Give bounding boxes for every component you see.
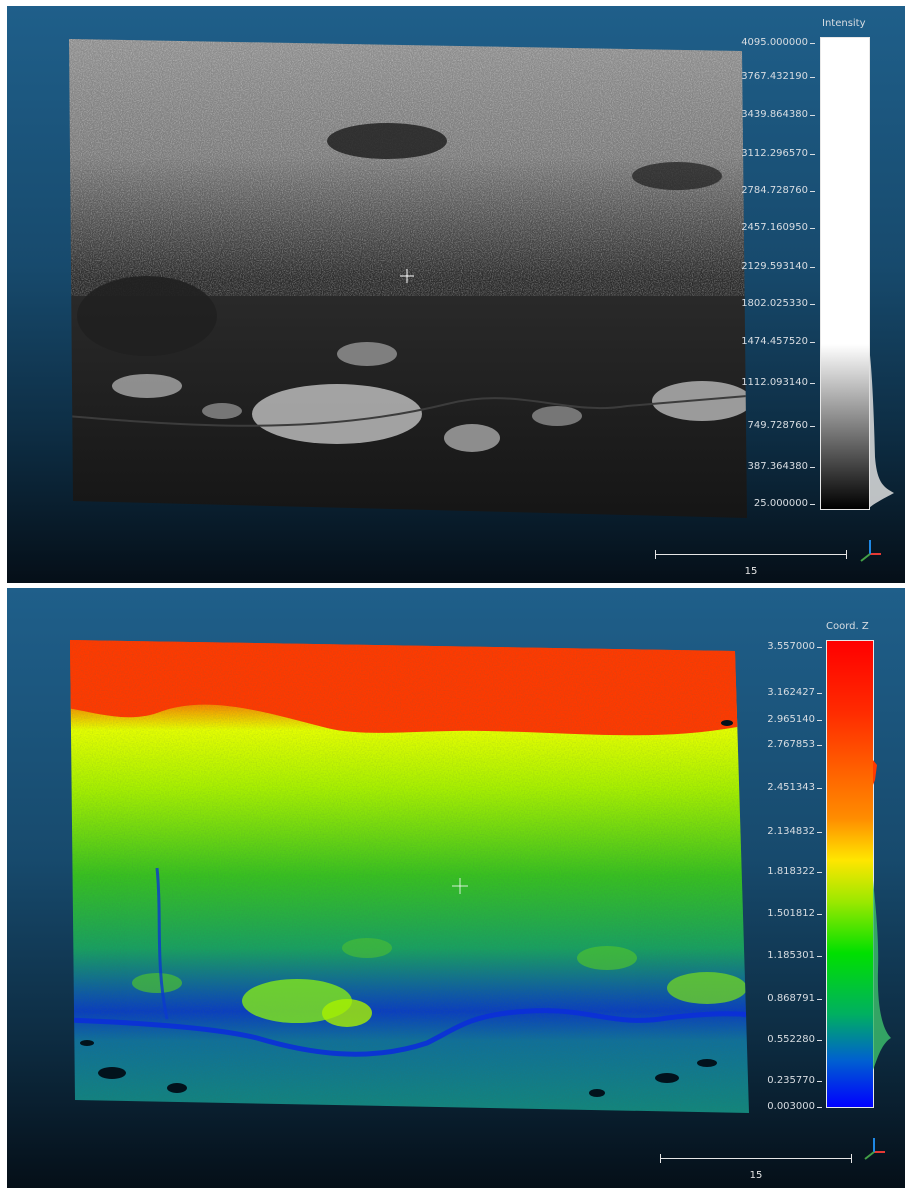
scale-tick: 2.134832 xyxy=(767,826,822,837)
scale-tick: 1.501812 xyxy=(767,908,822,919)
scale-tick: 1112.093140 xyxy=(741,377,815,388)
ruler-label: 15 xyxy=(749,1170,763,1181)
scale-tick: 0.868791 xyxy=(767,993,822,1004)
scale-tick: 25.000000 xyxy=(753,498,816,509)
ruler-label: 15 xyxy=(744,566,758,577)
scalar-field-title: Coord. Z xyxy=(826,621,869,632)
scale-ruler: 15 xyxy=(655,550,847,577)
scale-tick: 0.003000 xyxy=(767,1101,822,1112)
scale-ruler: 15 xyxy=(660,1154,852,1181)
scale-tick: 3439.864380 xyxy=(741,109,815,120)
histogram xyxy=(873,760,891,1070)
scale-tick: 3.557000 xyxy=(767,641,822,652)
scale-tick: 1802.025330 xyxy=(741,298,815,309)
scale-tick: 2.451343 xyxy=(767,782,822,793)
histogram xyxy=(869,347,894,508)
scale-tick: 3112.296570 xyxy=(741,148,815,159)
scale-tick: 749.728760 xyxy=(747,420,816,431)
color-scale-bar xyxy=(820,37,870,510)
elevation-point-cloud[interactable] xyxy=(67,633,757,1118)
scale-tick: 4095.000000 xyxy=(741,37,815,48)
scale-tick: 3.162427 xyxy=(767,687,822,698)
intensity-view[interactable]: Intensity 4095.000000 3767.432190 3439.8… xyxy=(7,6,905,583)
scale-tick: 2784.728760 xyxy=(741,185,815,196)
scale-tick: 2129.593140 xyxy=(741,261,815,272)
scale-tick: 0.235770 xyxy=(767,1075,822,1086)
crosshair-icon xyxy=(400,269,414,283)
scale-tick: 1474.457520 xyxy=(741,336,815,347)
scale-tick: 1.818322 xyxy=(767,866,822,877)
scale-tick: 3767.432190 xyxy=(741,71,815,82)
scale-tick: 2.965140 xyxy=(767,714,822,725)
xyz-axis-icon xyxy=(864,1138,885,1160)
scale-tick: 2.767853 xyxy=(767,739,822,750)
scale-tick: 0.552280 xyxy=(767,1034,822,1045)
color-scale-bar xyxy=(826,640,874,1108)
scale-tick: 2457.160950 xyxy=(741,222,815,233)
scalar-field-title: Intensity xyxy=(822,18,866,29)
scale-tick: 387.364380 xyxy=(747,461,816,472)
scale-tick: 1.185301 xyxy=(767,950,822,961)
xyz-axis-icon xyxy=(860,540,881,562)
coord-z-view[interactable]: Coord. Z 3.557000 3.162427 2.965140 2.76… xyxy=(7,588,905,1188)
crosshair-icon xyxy=(452,878,468,894)
